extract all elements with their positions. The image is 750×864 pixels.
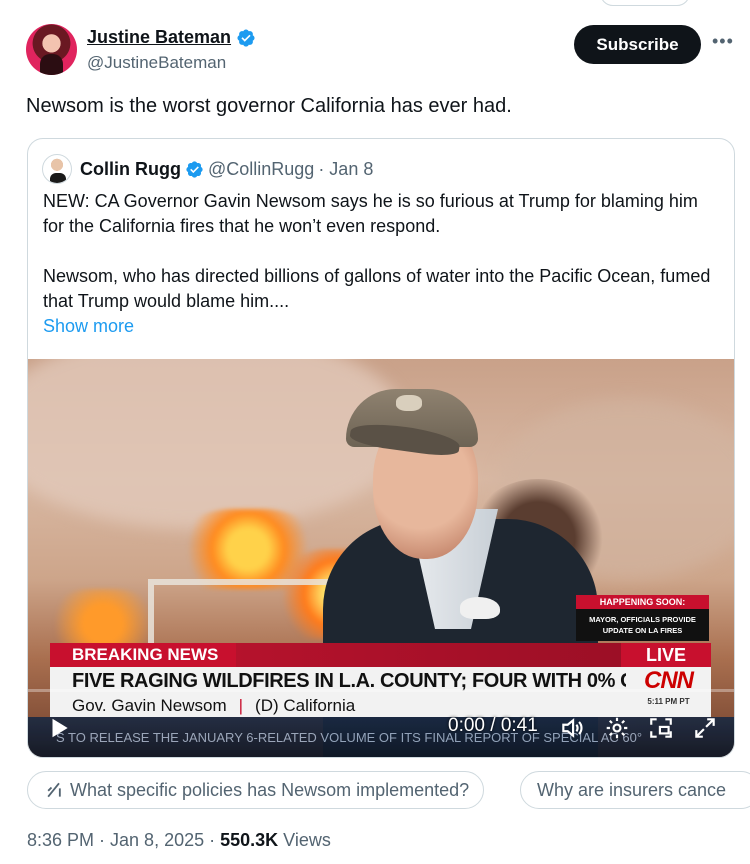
video-progress-bar[interactable] (28, 689, 734, 692)
quoted-paragraph: NEW: CA Governor Gavin Newsom says he is… (43, 191, 698, 236)
quoted-author-name: Collin Rugg (80, 158, 181, 179)
quoted-tweet[interactable]: Collin Rugg @CollinRugg · Jan 8 NEW: CA … (27, 138, 735, 758)
chyron-subline: Gov. Gavin Newsom | (D) California (50, 695, 626, 717)
grok-question-chip[interactable]: What specific policies has Newsom implem… (27, 771, 485, 809)
suggested-questions: What specific policies has Newsom implem… (27, 771, 750, 811)
views-count: 550.3K (220, 830, 279, 850)
quoted-date: · Jan 8 (318, 158, 374, 179)
breaking-news-label: BREAKING NEWS (50, 643, 236, 667)
volume-icon[interactable] (559, 715, 585, 741)
views-label: Views (278, 830, 331, 850)
grok-question-chip[interactable]: Why are insurers cance (520, 771, 750, 809)
tweet-text: Newsom is the worst governor California … (26, 95, 512, 117)
author-avatar[interactable] (26, 24, 77, 75)
video-time: 0:00 / 0:41 (448, 715, 538, 736)
author-name[interactable]: Justine Bateman (87, 27, 231, 48)
quoted-avatar (42, 154, 72, 184)
pip-icon[interactable] (648, 715, 674, 741)
live-label: LIVE (621, 643, 711, 667)
play-icon[interactable] (46, 715, 72, 741)
verified-badge-icon (186, 160, 203, 178)
fullscreen-icon[interactable] (692, 715, 718, 741)
cnn-time: 5:11 PM PT (626, 695, 711, 717)
chyron-separator: | (238, 696, 244, 715)
author-name-line: Justine Bateman (87, 27, 256, 48)
chip-label: What specific policies has Newsom implem… (70, 780, 470, 800)
subscribe-button[interactable]: Subscribe (574, 25, 701, 64)
settings-icon[interactable] (604, 715, 630, 741)
more-icon[interactable]: ••• (712, 32, 734, 55)
grok-icon (47, 782, 61, 798)
tweet-timestamp[interactable]: 8:36 PM · Jan 8, 2025 · (27, 830, 220, 850)
chip-label: Why are insurers cance (537, 780, 727, 800)
happening-soon-text: MAYOR, OFFICIALS PROVIDE UPDATE ON LA FI… (576, 609, 709, 641)
quoted-text: NEW: CA Governor Gavin Newsom says he is… (43, 189, 723, 314)
quoted-paragraph: Newsom, who has directed billions of gal… (43, 266, 711, 311)
chyron-party: (D) California (255, 696, 356, 715)
previous-element-edge (600, 0, 690, 6)
tweet-meta: 8:36 PM · Jan 8, 2025 · 550.3K Views (27, 830, 331, 851)
verified-badge-icon (237, 28, 255, 47)
quoted-author-handle: @CollinRugg (207, 158, 315, 179)
show-more-link[interactable]: Show more (43, 316, 134, 337)
cap-patch (396, 395, 422, 411)
author-handle[interactable]: @JustineBateman (87, 53, 226, 73)
bear-logo (460, 597, 500, 619)
quoted-header: Collin Rugg @CollinRugg · Jan 8 (42, 153, 373, 185)
chyron-speaker: Gov. Gavin Newsom (72, 696, 227, 715)
tweet-header: Justine Bateman @JustineBateman Subscrib… (26, 24, 736, 76)
happening-soon-label: HAPPENING SOON: (576, 595, 709, 609)
breaking-band (236, 643, 621, 667)
video-player[interactable]: HAPPENING SOON: MAYOR, OFFICIALS PROVIDE… (28, 359, 734, 757)
